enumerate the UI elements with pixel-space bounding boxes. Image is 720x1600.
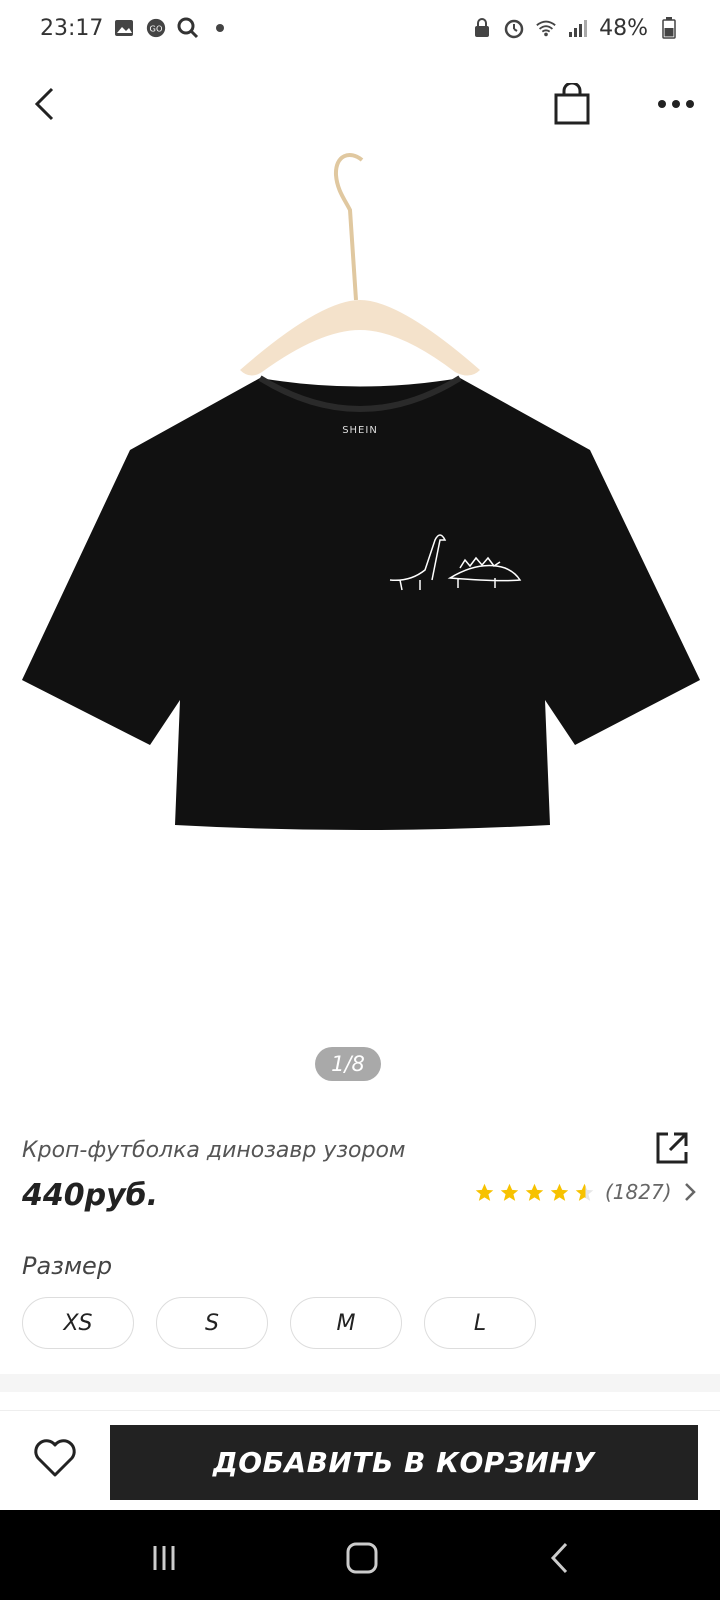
recent-apps-icon: [153, 1546, 175, 1570]
status-bar: 23:17 GO 48%: [0, 0, 720, 56]
rating-count: (1827): [605, 1180, 672, 1204]
battery-icon: [658, 17, 680, 39]
shopping-bag-button[interactable]: [548, 80, 596, 128]
bottom-action-bar: ДОБАВИТЬ В КОРЗИНУ: [0, 1410, 720, 1510]
recent-apps-button[interactable]: [144, 1538, 184, 1578]
size-option-m[interactable]: M: [290, 1297, 402, 1349]
hanger-image: [240, 153, 480, 376]
status-time: 23:17: [40, 15, 104, 41]
system-back-icon: [550, 1542, 568, 1574]
add-to-cart-button[interactable]: ДОБАВИТЬ В КОРЗИНУ: [110, 1425, 698, 1500]
star-full-icon: [475, 1183, 494, 1201]
size-option-l[interactable]: L: [424, 1297, 536, 1349]
alarm-icon: [503, 17, 525, 39]
chevron-right-icon: [684, 1183, 696, 1201]
rating-summary[interactable]: (1827): [474, 1180, 696, 1204]
top-nav: [0, 70, 720, 134]
size-options: XS S M L: [22, 1297, 536, 1349]
back-button[interactable]: [20, 80, 68, 128]
section-divider: [0, 1374, 720, 1392]
image-pager-badge: 1/8: [315, 1047, 381, 1081]
heart-icon: [34, 1439, 76, 1477]
wishlist-button[interactable]: [30, 1433, 80, 1483]
notification-dot-icon: [209, 17, 231, 39]
star-half-icon: [575, 1183, 594, 1201]
lock-icon: [471, 17, 493, 39]
star-full-icon: [500, 1183, 519, 1201]
signal-icon: [567, 17, 589, 39]
wifi-icon: [535, 17, 557, 39]
product-image[interactable]: SHEIN: [0, 150, 720, 1080]
star-full-icon: [525, 1183, 544, 1201]
status-left: 23:17 GO: [40, 16, 231, 41]
more-button[interactable]: [652, 80, 700, 128]
brand-tag: SHEIN: [342, 425, 378, 436]
star-full-icon: [550, 1183, 569, 1201]
search-icon: [177, 17, 199, 39]
t-shirt-image: SHEIN: [22, 375, 700, 830]
go-icon: GO: [145, 17, 167, 39]
size-label: Размер: [22, 1252, 113, 1280]
shopping-bag-icon: [554, 83, 590, 125]
home-button[interactable]: [342, 1538, 382, 1578]
size-option-xs[interactable]: XS: [22, 1297, 134, 1349]
product-title: Кроп-футболка динозавр узором: [22, 1138, 406, 1163]
system-back-button[interactable]: [540, 1538, 580, 1578]
gallery-icon: [113, 17, 135, 39]
share-icon: [656, 1132, 688, 1164]
back-arrow-icon: [34, 87, 54, 121]
svg-text:GO: GO: [150, 24, 163, 34]
status-right: 48%: [471, 16, 680, 41]
size-option-s[interactable]: S: [156, 1297, 268, 1349]
battery-percent: 48%: [599, 15, 648, 41]
product-price: 440руб.: [22, 1178, 158, 1213]
home-icon: [346, 1542, 378, 1574]
share-button[interactable]: [654, 1130, 694, 1170]
system-nav-bar: [0, 1510, 720, 1600]
more-dots-icon: [658, 100, 694, 108]
